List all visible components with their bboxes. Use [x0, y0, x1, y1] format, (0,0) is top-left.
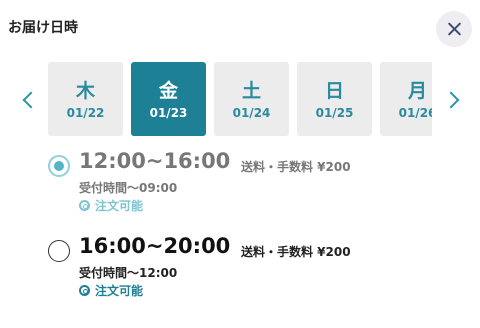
slot-deadline: 受付時間〜09:00 — [79, 181, 178, 195]
date-month-day: 01/24 — [232, 106, 271, 120]
date-tile-0125[interactable]: 日 01/25 — [297, 62, 372, 136]
slot-fee: 送料・手数料 ¥200 — [241, 245, 351, 259]
time-slot-1200-1600[interactable]: 12:00~16:00 送料・手数料 ¥200 受付時間〜09:00 注文可能 — [48, 149, 448, 225]
date-weekday: 金 — [158, 80, 178, 102]
page-title: お届け日時 — [8, 20, 78, 36]
slot-time: 16:00~20:00 — [79, 234, 231, 258]
date-weekday: 土 — [241, 80, 261, 102]
chevron-right-icon[interactable] — [442, 91, 460, 109]
slot-time: 12:00~16:00 — [79, 149, 231, 173]
date-weekday: 月 — [407, 80, 427, 102]
time-slot-1600-2000[interactable]: 16:00~20:00 送料・手数料 ¥200 受付時間〜12:00 注文可能 — [48, 234, 448, 310]
date-month-day: 01/23 — [149, 106, 188, 120]
date-tile-0126[interactable]: 月 01/26 — [380, 62, 432, 136]
slot-status: 注文可能 — [79, 197, 143, 214]
slot-status: 注文可能 — [79, 282, 143, 299]
date-month-day: 01/26 — [398, 106, 432, 120]
slot-status-label: 注文可能 — [95, 199, 144, 213]
slot-radio[interactable] — [48, 155, 70, 177]
date-selector: 木 01/22 金 01/23 土 01/24 日 01/25 月 01/26 — [48, 62, 432, 136]
date-month-day: 01/25 — [315, 106, 354, 120]
close-button[interactable] — [436, 11, 472, 47]
slot-deadline: 受付時間〜12:00 — [79, 266, 178, 280]
date-month-day: 01/22 — [66, 106, 105, 120]
date-weekday: 木 — [75, 80, 95, 102]
circle-check-icon — [79, 200, 90, 211]
slot-radio[interactable] — [48, 240, 70, 262]
chevron-left-icon[interactable] — [22, 91, 40, 109]
date-weekday: 日 — [324, 80, 344, 102]
circle-check-icon — [79, 285, 90, 296]
slot-fee: 送料・手数料 ¥200 — [241, 160, 351, 174]
date-tile-0123[interactable]: 金 01/23 — [131, 62, 206, 136]
date-tile-0122[interactable]: 木 01/22 — [48, 62, 123, 136]
slot-status-label: 注文可能 — [95, 284, 144, 298]
date-tile-0124[interactable]: 土 01/24 — [214, 62, 289, 136]
